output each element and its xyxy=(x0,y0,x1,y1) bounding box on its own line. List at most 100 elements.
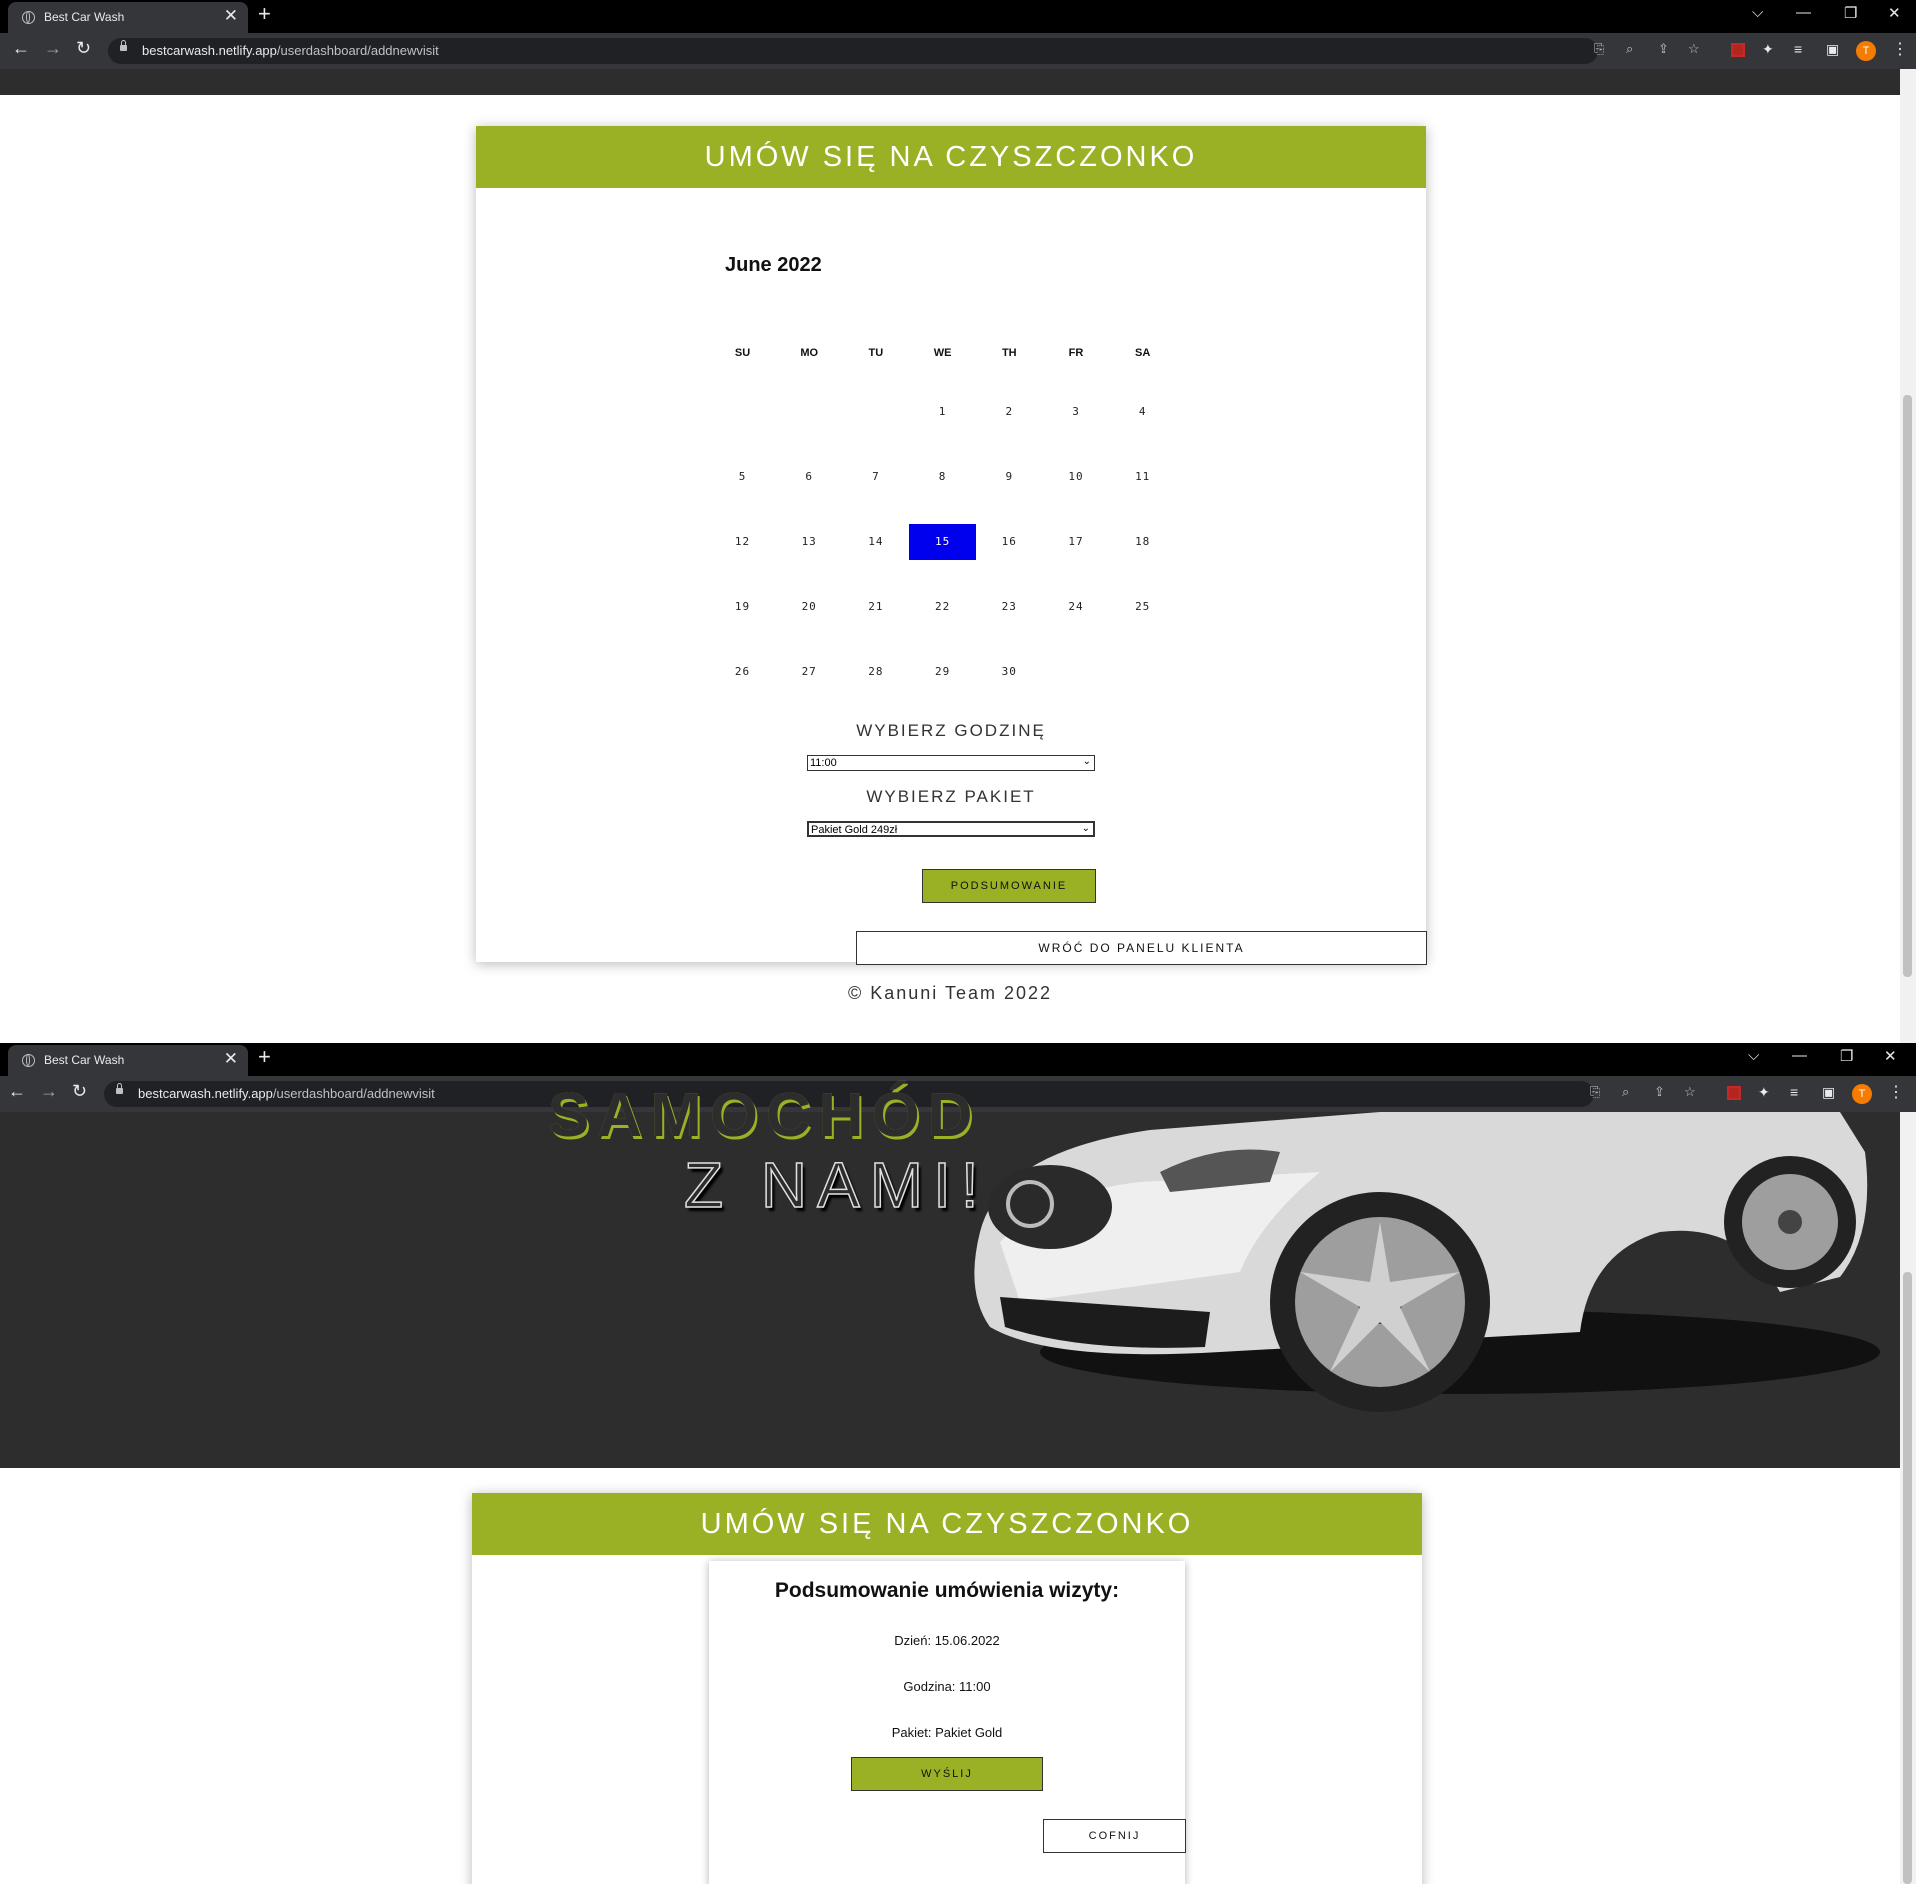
calendar-day[interactable]: 4 xyxy=(1109,394,1176,430)
weekday-header: MO xyxy=(800,347,819,359)
bookmark-star-icon[interactable]: ☆ xyxy=(1684,1084,1696,1100)
menu-dots-icon[interactable]: ⋮ xyxy=(1892,39,1908,59)
back-to-panel-button[interactable]: WRÓĆ DO PANELU KLIENTA xyxy=(856,931,1427,965)
car-illustration xyxy=(974,1112,1880,1412)
zoom-icon[interactable]: ⌕ xyxy=(1626,41,1633,57)
restore-icon[interactable]: ❐ xyxy=(1840,1047,1853,1065)
profile-avatar[interactable]: T xyxy=(1852,1084,1872,1104)
tab-strip: Best Car Wash ✕ + ⌵ — ❐ ✕ xyxy=(0,0,1916,33)
summary-title: Podsumowanie umówienia wizyty: xyxy=(774,1579,1120,1602)
calendar-day[interactable]: 19 xyxy=(709,589,776,625)
tab-search-icon[interactable]: ⌵ xyxy=(1748,1047,1759,1064)
calendar-day[interactable]: 27 xyxy=(776,654,843,690)
booking-card: UMÓW SIĘ NA CZYSZCZONKO June 2022 SU MO TU… xyxy=(476,126,1427,965)
translate-icon[interactable]: ⎘ xyxy=(1594,41,1604,57)
side-panel-icon[interactable]: ▣ xyxy=(1822,1084,1835,1101)
extension-red-icon[interactable] xyxy=(1727,1086,1741,1100)
calendar-day[interactable]: 11 xyxy=(1109,459,1176,495)
calendar-day[interactable]: 23 xyxy=(976,589,1043,625)
share-icon[interactable]: ⇪ xyxy=(1658,41,1669,57)
extensions-puzzle-icon[interactable]: ✦ xyxy=(1758,1084,1770,1101)
back-arrow-icon[interactable]: ← xyxy=(12,38,30,59)
calendar-day[interactable]: 6 xyxy=(776,459,843,495)
calendar-day-selected[interactable]: 15 xyxy=(909,524,977,560)
tab-search-icon[interactable]: ⌵ xyxy=(1752,4,1763,21)
browser-tab[interactable]: Best Car Wash ✕ xyxy=(8,2,248,33)
scrollbar-thumb[interactable] xyxy=(1903,1272,1912,1884)
weekday-header: TH xyxy=(1001,347,1017,359)
share-icon[interactable]: ⇪ xyxy=(1654,1084,1665,1100)
calendar-day[interactable]: 1 xyxy=(909,394,976,430)
restore-icon[interactable]: ❐ xyxy=(1844,4,1857,22)
reload-icon[interactable]: ↻ xyxy=(76,38,91,59)
calendar-day[interactable]: 3 xyxy=(1043,394,1110,430)
calendar-day[interactable]: 26 xyxy=(709,654,776,690)
weekday-header: SU xyxy=(734,347,751,359)
summary-package: Pakiet: Pakiet Gold xyxy=(891,1725,1003,1740)
calendar-day[interactable]: 12 xyxy=(709,524,776,560)
calendar-day[interactable]: 24 xyxy=(1043,589,1110,625)
hour-select[interactable]: 11:00 ⌄ xyxy=(807,755,1095,771)
calendar-day[interactable]: 17 xyxy=(1043,524,1110,560)
chevron-down-icon: ⌄ xyxy=(1081,823,1090,834)
close-window-icon[interactable]: ✕ xyxy=(1888,4,1901,22)
media-queue-icon[interactable]: ≡ xyxy=(1794,41,1802,57)
new-tab-button[interactable]: + xyxy=(258,1044,271,1070)
close-tab-icon[interactable]: ✕ xyxy=(224,6,238,26)
calendar-day[interactable]: 25 xyxy=(1109,589,1176,625)
calendar-day[interactable]: 2 xyxy=(976,394,1043,430)
calendar-day[interactable]: 10 xyxy=(1043,459,1110,495)
forward-arrow-icon[interactable]: → xyxy=(40,1081,58,1102)
hero-headline-line1: SAMOCHÓD xyxy=(548,1081,981,1150)
calendar-day[interactable]: 30 xyxy=(976,654,1043,690)
tab-title: Best Car Wash xyxy=(44,1053,125,1067)
bookmark-star-icon[interactable]: ☆ xyxy=(1688,41,1700,57)
calendar-day[interactable]: 16 xyxy=(976,524,1043,560)
browser-tab[interactable]: Best Car Wash ✕ xyxy=(8,1045,248,1076)
calendar-day[interactable]: 13 xyxy=(776,524,843,560)
calendar-day[interactable]: 18 xyxy=(1109,524,1176,560)
url-text: bestcarwash.netlify.app/userdashboard/ad… xyxy=(138,1086,435,1101)
minimize-icon[interactable]: — xyxy=(1796,4,1811,21)
calendar-day[interactable]: 7 xyxy=(842,459,909,495)
reload-icon[interactable]: ↻ xyxy=(72,1081,87,1102)
calendar-day[interactable]: 29 xyxy=(909,654,976,690)
page-scrollbar[interactable] xyxy=(1900,69,1916,1043)
back-arrow-icon[interactable]: ← xyxy=(8,1081,26,1102)
zoom-icon[interactable]: ⌕ xyxy=(1622,1084,1629,1100)
package-label: WYBIERZ PAKIET xyxy=(866,787,1036,806)
calendar-day[interactable]: 21 xyxy=(842,589,909,625)
new-tab-button[interactable]: + xyxy=(258,1,271,27)
hour-label: WYBIERZ GODZINĘ xyxy=(856,721,1046,740)
footer-copyright: © Kanuni Team 2022 xyxy=(847,983,1053,1003)
calendar-day[interactable]: 28 xyxy=(842,654,909,690)
profile-avatar[interactable]: T xyxy=(1856,41,1876,61)
scrollbar-thumb[interactable] xyxy=(1903,395,1912,977)
forward-arrow-icon[interactable]: → xyxy=(44,38,62,59)
calendar-day[interactable]: 5 xyxy=(709,459,776,495)
address-bar[interactable]: bestcarwash.netlify.app/userdashboard/ad… xyxy=(108,38,1700,64)
close-window-icon[interactable]: ✕ xyxy=(1884,1047,1897,1065)
calendar-day[interactable]: 8 xyxy=(909,459,976,495)
translate-icon[interactable]: ⎘ xyxy=(1590,1084,1600,1100)
side-panel-icon[interactable]: ▣ xyxy=(1826,41,1839,58)
hero-headline-line2: Z NAMI! xyxy=(683,1148,989,1222)
calendar-day[interactable]: 20 xyxy=(776,589,843,625)
calendar-day[interactable]: 22 xyxy=(909,589,976,625)
media-queue-icon[interactable]: ≡ xyxy=(1790,1084,1798,1100)
browser-window-booking: Best Car Wash ✕ + ⌵ — ❐ ✕ ← → ↻ bestcarw… xyxy=(0,0,1916,1043)
minimize-icon[interactable]: — xyxy=(1792,1047,1807,1064)
package-select[interactable]: Pakiet Gold 249zł ⌄ xyxy=(807,821,1095,837)
summary-button[interactable]: PODSUMOWANIE xyxy=(922,869,1096,903)
calendar-day[interactable]: 9 xyxy=(976,459,1043,495)
close-tab-icon[interactable]: ✕ xyxy=(224,1049,238,1069)
menu-dots-icon[interactable]: ⋮ xyxy=(1888,1082,1904,1102)
extension-red-icon[interactable] xyxy=(1731,43,1745,57)
page-scrollbar[interactable] xyxy=(1900,1112,1916,1884)
cancel-button[interactable]: COFNIJ xyxy=(1043,1819,1186,1853)
calendar-day[interactable]: 14 xyxy=(842,524,909,560)
send-button[interactable]: WYŚLIJ xyxy=(851,1757,1043,1791)
hero-bottom-edge xyxy=(0,69,1900,95)
weekday-header: SA xyxy=(1135,347,1151,359)
extensions-puzzle-icon[interactable]: ✦ xyxy=(1762,41,1774,58)
